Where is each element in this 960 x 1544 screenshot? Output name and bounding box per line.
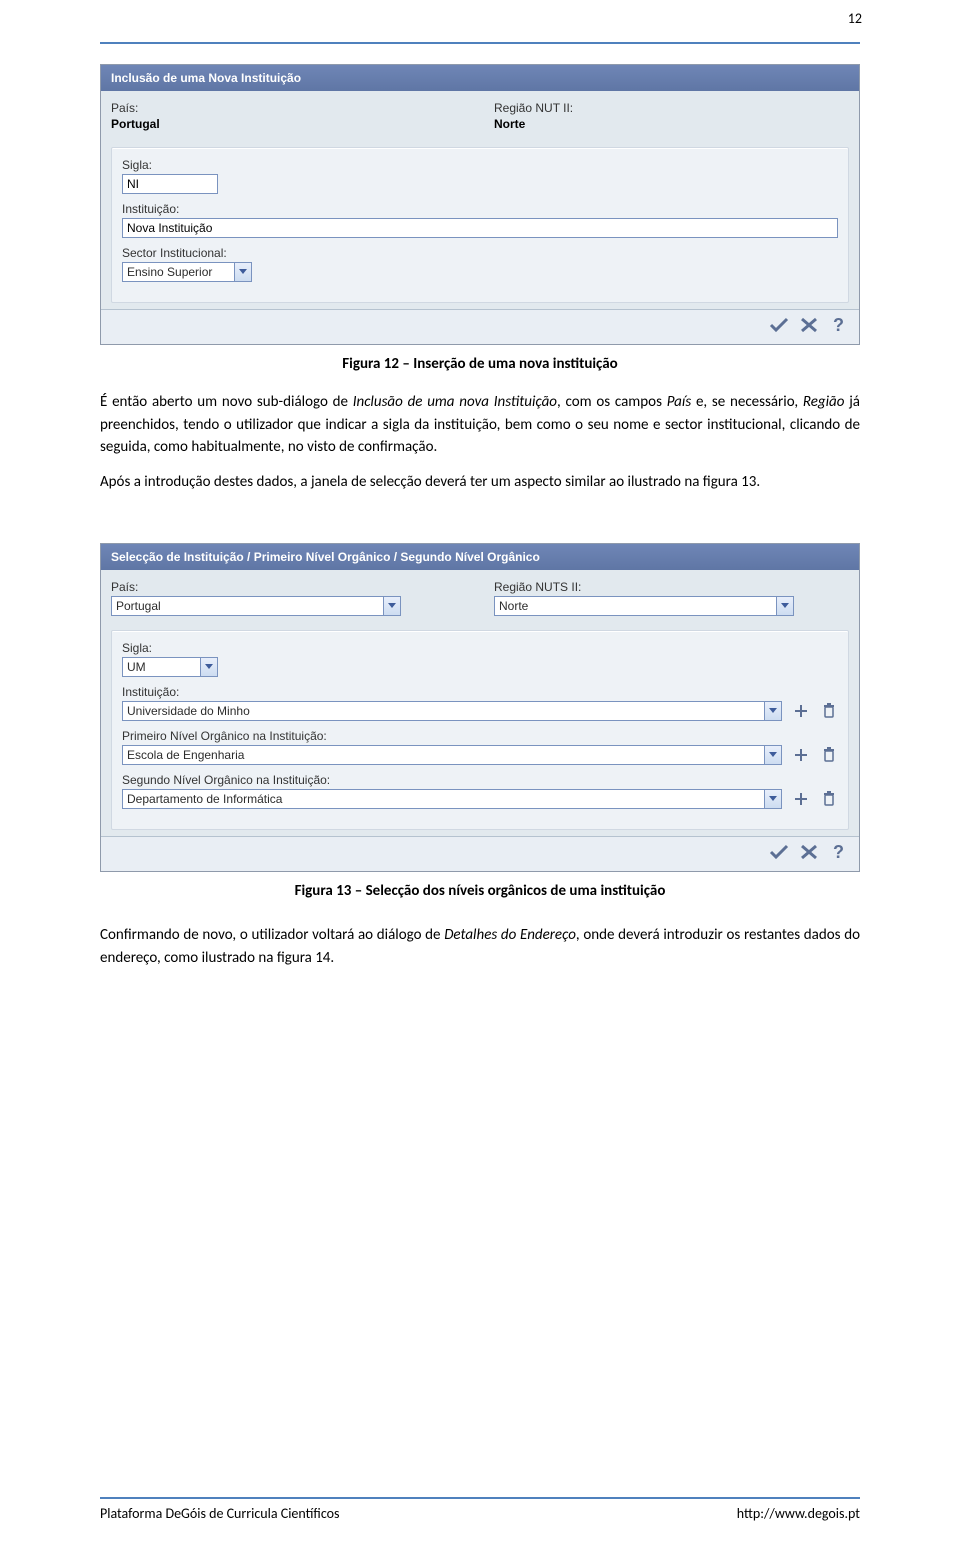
- page-footer: Plataforma DeGóis de Curricula Científic…: [100, 1497, 860, 1522]
- delete-button[interactable]: [820, 702, 838, 720]
- segundo-nivel-select-value: Departamento de Informática: [123, 792, 764, 806]
- delete-button[interactable]: [820, 790, 838, 808]
- dialog-seleccao-footer: ?: [101, 836, 859, 871]
- confirm-button[interactable]: [767, 841, 791, 863]
- regiao-block: Região NUT II: Norte: [494, 101, 849, 141]
- page-number: 12: [848, 10, 862, 27]
- chevron-down-icon: [764, 746, 781, 764]
- chevron-down-icon: [764, 702, 781, 720]
- paragraph-3: Confirmando de novo, o utilizador voltar…: [100, 924, 860, 969]
- add-button[interactable]: [792, 746, 810, 764]
- cancel-button[interactable]: [797, 314, 821, 336]
- chevron-down-icon: [776, 597, 793, 615]
- regiao-label: Região NUT II:: [494, 101, 849, 115]
- add-button[interactable]: [792, 702, 810, 720]
- chevron-down-icon: [234, 263, 251, 281]
- sigla-select-value: UM: [123, 660, 200, 674]
- paragraph-1: É então aberto um novo sub-diálogo de In…: [100, 391, 860, 459]
- footer-right: http://www.degois.pt: [737, 1505, 860, 1522]
- sigla-select[interactable]: UM: [122, 657, 218, 677]
- instituicao-label: Instituição:: [122, 202, 838, 216]
- instituicao-label-2: Instituição:: [122, 685, 838, 699]
- pais-value: Portugal: [111, 117, 466, 131]
- svg-text:?: ?: [833, 315, 844, 335]
- paragraph-2: Após a introdução destes dados, a janela…: [100, 471, 860, 494]
- regiao-select-value: Norte: [495, 599, 776, 613]
- help-button[interactable]: ?: [827, 314, 851, 336]
- svg-text:?: ?: [833, 842, 844, 862]
- dialog-inclusao-body: País: Portugal Região NUT II: Norte Sigl…: [101, 91, 859, 309]
- top-rule: [100, 42, 860, 46]
- dialog-inclusao-footer: ?: [101, 309, 859, 344]
- footer-rule: [100, 1497, 860, 1501]
- dialog-seleccao-fields: Sigla: UM Instituição: Universidade do M…: [111, 630, 849, 830]
- sigla-label-2: Sigla:: [122, 641, 838, 655]
- regiao-block-2: Região NUTS II: Norte: [494, 580, 849, 624]
- delete-button[interactable]: [820, 746, 838, 764]
- pais-select[interactable]: Portugal: [111, 596, 401, 616]
- chevron-down-icon: [200, 658, 217, 676]
- help-button[interactable]: ?: [827, 841, 851, 863]
- pais-label: País:: [111, 101, 466, 115]
- primeiro-nivel-label: Primeiro Nível Orgânico na Instituição:: [122, 729, 838, 743]
- regiao-value: Norte: [494, 117, 849, 131]
- confirm-button[interactable]: [767, 314, 791, 336]
- sector-select-value: Ensino Superior: [123, 265, 234, 279]
- dialog-seleccao: Selecção de Instituição / Primeiro Nível…: [100, 543, 860, 872]
- pais-label-2: País:: [111, 580, 466, 594]
- instituicao-input[interactable]: [122, 218, 838, 238]
- sector-select[interactable]: Ensino Superior: [122, 262, 252, 282]
- segundo-nivel-select[interactable]: Departamento de Informática: [122, 789, 782, 809]
- dialog-inclusao: Inclusão de uma Nova Instituição País: P…: [100, 64, 860, 345]
- dialog-seleccao-body: País: Portugal Região NUTS II:: [101, 570, 859, 836]
- instituicao-select[interactable]: Universidade do Minho: [122, 701, 782, 721]
- sector-label: Sector Institucional:: [122, 246, 838, 260]
- pais-block-2: País: Portugal: [111, 580, 466, 624]
- instituicao-select-value: Universidade do Minho: [123, 704, 764, 718]
- cancel-button[interactable]: [797, 841, 821, 863]
- primeiro-nivel-select[interactable]: Escola de Engenharia: [122, 745, 782, 765]
- regiao-label-2: Região NUTS II:: [494, 580, 849, 594]
- pais-select-value: Portugal: [112, 599, 383, 613]
- pais-block: País: Portugal: [111, 101, 466, 141]
- figure-13-caption: Figura 13 – Selecção dos níveis orgânico…: [100, 882, 860, 900]
- chevron-down-icon: [764, 790, 781, 808]
- figure-12-caption: Figura 12 – Inserção de uma nova institu…: [100, 355, 860, 373]
- dialog-seleccao-header-row: País: Portugal Região NUTS II:: [111, 580, 849, 624]
- segundo-nivel-label: Segundo Nível Orgânico na Instituição:: [122, 773, 838, 787]
- dialog-inclusao-title: Inclusão de uma Nova Instituição: [101, 65, 859, 91]
- dialog-seleccao-title: Selecção de Instituição / Primeiro Nível…: [101, 544, 859, 570]
- primeiro-nivel-select-value: Escola de Engenharia: [123, 748, 764, 762]
- sigla-input[interactable]: [122, 174, 218, 194]
- add-button[interactable]: [792, 790, 810, 808]
- footer-left: Plataforma DeGóis de Curricula Científic…: [100, 1505, 340, 1522]
- sigla-label: Sigla:: [122, 158, 838, 172]
- dialog-inclusao-fields: Sigla: Instituição: Sector Institucional…: [111, 147, 849, 303]
- chevron-down-icon: [383, 597, 400, 615]
- regiao-select[interactable]: Norte: [494, 596, 794, 616]
- dialog-inclusao-header-row: País: Portugal Região NUT II: Norte: [111, 101, 849, 141]
- page: 12 Inclusão de uma Nova Instituição País…: [0, 0, 960, 1544]
